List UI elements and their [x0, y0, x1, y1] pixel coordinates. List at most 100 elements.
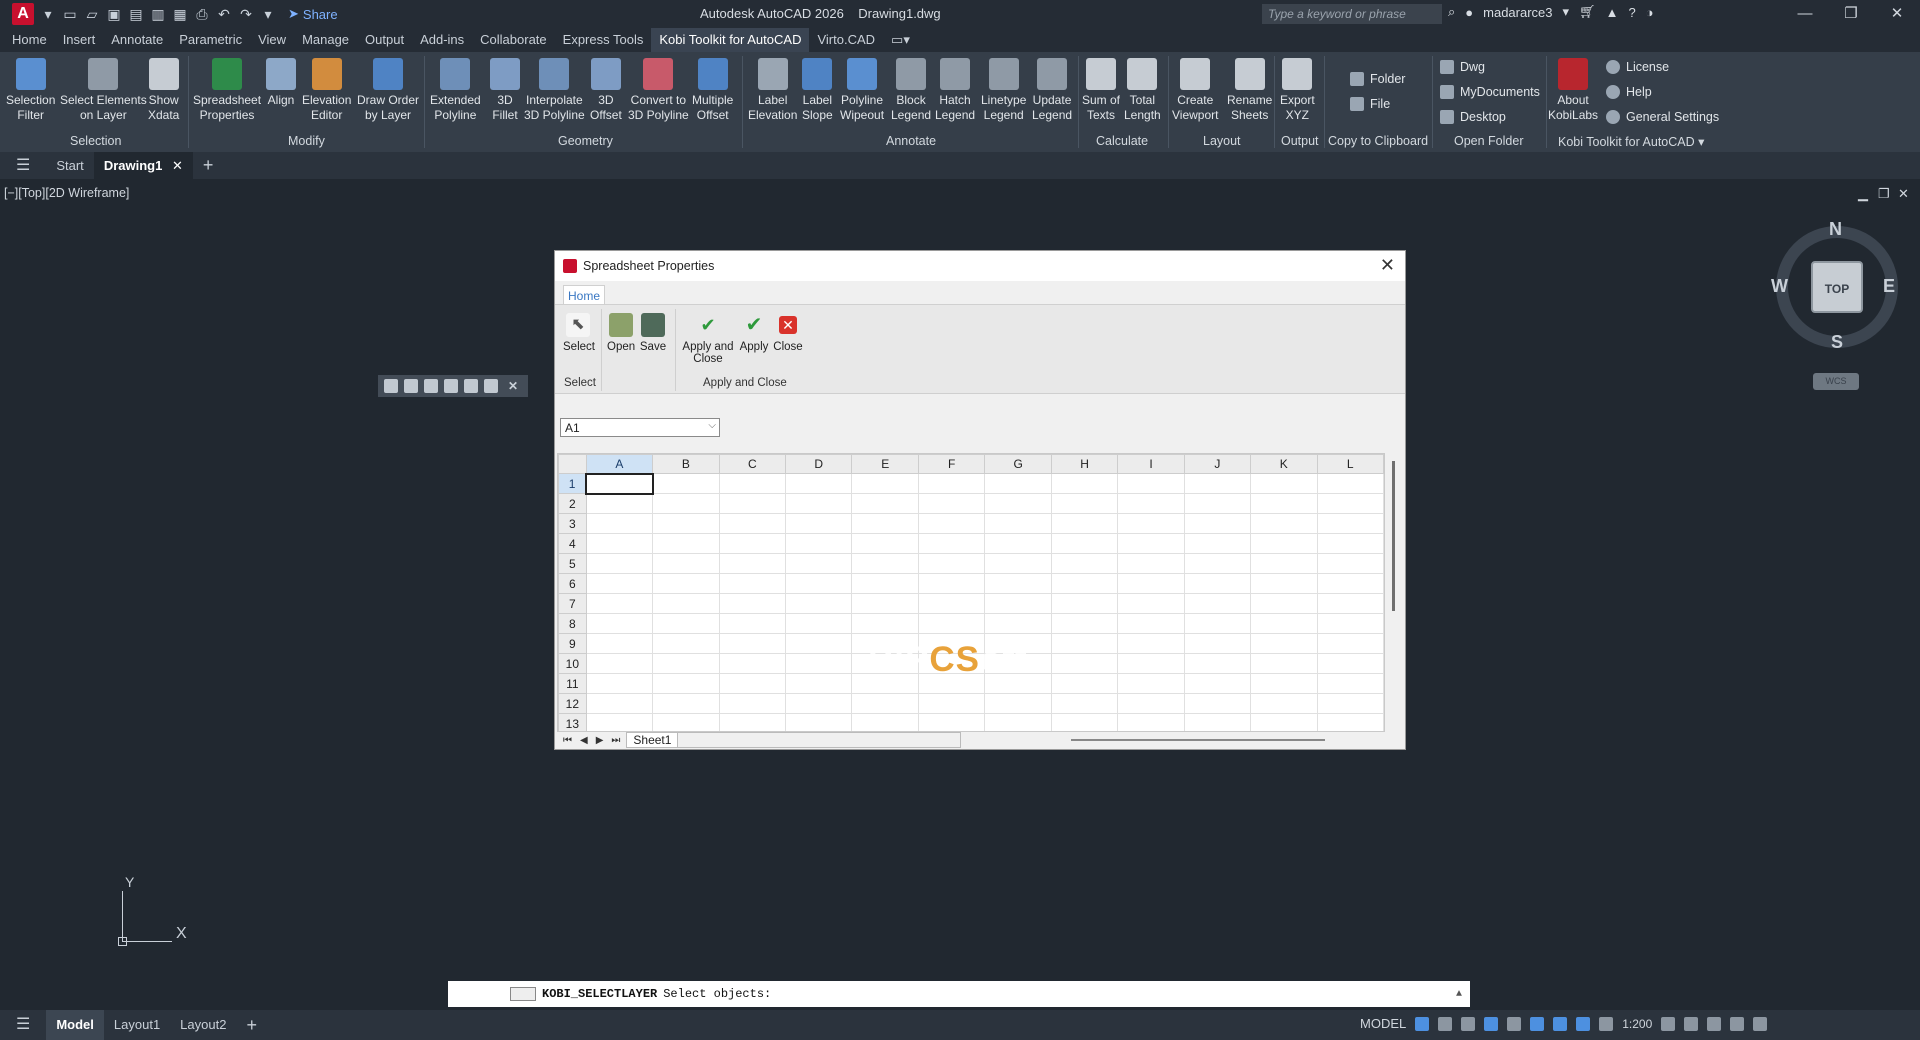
grid-cell[interactable]: [851, 713, 919, 731]
share-button[interactable]: ➤ Share: [288, 6, 338, 22]
grid-cell[interactable]: [1117, 613, 1185, 634]
grid-cell[interactable]: [1250, 673, 1318, 694]
row-header[interactable]: 7: [558, 593, 587, 614]
row-header[interactable]: 9: [558, 633, 587, 654]
viewport-controls[interactable]: [−][Top][2D Wireframe]: [4, 186, 129, 200]
grid-cell[interactable]: [917, 613, 986, 634]
column-header[interactable]: C: [718, 454, 787, 474]
grid-cell[interactable]: [917, 693, 986, 714]
compass-north[interactable]: N: [1829, 219, 1842, 240]
grid-cell[interactable]: [785, 633, 853, 654]
new-file-icon[interactable]: ▭: [62, 6, 78, 22]
grid-cell[interactable]: [652, 693, 720, 714]
tab-collaborate[interactable]: Collaborate: [472, 28, 555, 52]
grid-cell[interactable]: [1316, 613, 1384, 634]
grid-cell[interactable]: [718, 553, 787, 574]
grid-cell[interactable]: [1050, 593, 1119, 614]
model-space-label[interactable]: MODEL: [1360, 1016, 1406, 1031]
tab-view[interactable]: View: [250, 28, 294, 52]
grid-cell[interactable]: [652, 713, 720, 731]
viewport-close-icon[interactable]: ✕: [1898, 186, 1909, 202]
grid-cell[interactable]: [1117, 573, 1185, 594]
prev-sheet-icon[interactable]: ◀: [580, 735, 588, 746]
column-header[interactable]: I: [1117, 454, 1185, 474]
block-legend-button[interactable]: Block Legend: [891, 58, 931, 123]
show-xdata-button[interactable]: Show Xdata: [148, 58, 179, 123]
grid-cell[interactable]: [851, 573, 919, 594]
copy-folder-button[interactable]: Folder: [1350, 72, 1405, 86]
grid-cell[interactable]: [652, 533, 720, 554]
grid-cell[interactable]: [785, 573, 853, 594]
about-kobilabs-button[interactable]: About KobiLabs: [1548, 58, 1598, 123]
isodraft-icon[interactable]: [1507, 1016, 1522, 1031]
3d-fillet-button[interactable]: 3D Fillet: [490, 58, 520, 123]
general-settings-button[interactable]: General Settings: [1606, 110, 1719, 124]
vertical-scrollbar[interactable]: [1392, 461, 1395, 611]
compass-east[interactable]: E: [1883, 276, 1895, 297]
grid-cell[interactable]: [1250, 633, 1318, 654]
compass-west[interactable]: W: [1771, 276, 1788, 297]
grid-cell[interactable]: [984, 473, 1052, 494]
publish-icon[interactable]: ▥: [150, 6, 166, 22]
grid-cell[interactable]: [1050, 493, 1119, 514]
grid-cell[interactable]: [585, 653, 654, 674]
tab-insert[interactable]: Insert: [55, 28, 104, 52]
apply-button[interactable]: ✔ Apply: [739, 313, 769, 353]
grid-cell[interactable]: [1117, 653, 1185, 674]
grid-cell[interactable]: [1117, 693, 1185, 714]
tab-kobi-toolkit[interactable]: Kobi Toolkit for AutoCAD: [651, 28, 810, 52]
grid-cell[interactable]: [984, 513, 1052, 534]
group-label-kobi[interactable]: Kobi Toolkit for AutoCAD ▾: [1558, 134, 1704, 149]
apply-and-close-button[interactable]: ✔ Apply and Close: [681, 313, 735, 365]
grid-cell[interactable]: [1117, 673, 1185, 694]
grid-cell[interactable]: [1250, 533, 1318, 554]
grid-icon[interactable]: [1415, 1016, 1430, 1031]
row-header[interactable]: 3: [558, 513, 587, 534]
polar-icon[interactable]: [1484, 1016, 1499, 1031]
tab-manage[interactable]: Manage: [294, 28, 357, 52]
grid-cell[interactable]: [785, 593, 853, 614]
tab-model[interactable]: Model: [46, 1010, 104, 1040]
multiple-offset-button[interactable]: Multiple Offset: [692, 58, 733, 123]
grid-cell[interactable]: [718, 493, 787, 514]
grid-cell[interactable]: [984, 533, 1052, 554]
grid-cell[interactable]: [1117, 553, 1185, 574]
grid-cell[interactable]: [1250, 653, 1318, 674]
grid-cell[interactable]: [1117, 593, 1185, 614]
grid-cell[interactable]: [984, 493, 1052, 514]
dialog-close-icon[interactable]: ✕: [1380, 255, 1395, 276]
grid-cell[interactable]: [1050, 693, 1119, 714]
row-header[interactable]: 10: [558, 653, 587, 674]
tab-express-tools[interactable]: Express Tools: [555, 28, 652, 52]
compass-south[interactable]: S: [1831, 332, 1843, 353]
grid-cell[interactable]: [1316, 553, 1384, 574]
help-button[interactable]: Help: [1606, 85, 1652, 99]
convert-to-3d-polyline-button[interactable]: Convert to 3D Polyline: [628, 58, 689, 123]
grid-cell[interactable]: [785, 553, 853, 574]
grid-cell[interactable]: [585, 513, 654, 534]
grid-cell[interactable]: [652, 633, 720, 654]
text-edit-icon[interactable]: [444, 379, 458, 393]
next-sheet-icon[interactable]: ▶: [596, 735, 604, 746]
grid-cell[interactable]: [718, 653, 787, 674]
grid-cell[interactable]: [718, 693, 787, 714]
object-snap-icon[interactable]: [1553, 1016, 1568, 1031]
grid-cell[interactable]: [718, 633, 787, 654]
snap-icon[interactable]: [1438, 1016, 1453, 1031]
grid-cell[interactable]: [1183, 693, 1252, 714]
row-header[interactable]: 4: [558, 533, 587, 554]
grid-cell[interactable]: [718, 673, 787, 694]
linetype-legend-button[interactable]: Linetype Legend: [981, 58, 1026, 123]
grid-cell[interactable]: [585, 553, 654, 574]
last-sheet-icon[interactable]: ⏭: [611, 735, 620, 746]
grid-cell[interactable]: [1183, 533, 1252, 554]
viewcube-top-face[interactable]: TOP: [1811, 261, 1863, 313]
export-icon[interactable]: ▦: [172, 6, 188, 22]
selection-filter-button[interactable]: Selection Filter: [6, 58, 55, 123]
save-button[interactable]: Save: [639, 313, 667, 353]
grid-cell[interactable]: [718, 533, 787, 554]
tab-annotate[interactable]: Annotate: [103, 28, 171, 52]
grid-cell[interactable]: [585, 633, 654, 654]
grid-cell[interactable]: [917, 533, 986, 554]
grid-cell[interactable]: [1050, 553, 1119, 574]
